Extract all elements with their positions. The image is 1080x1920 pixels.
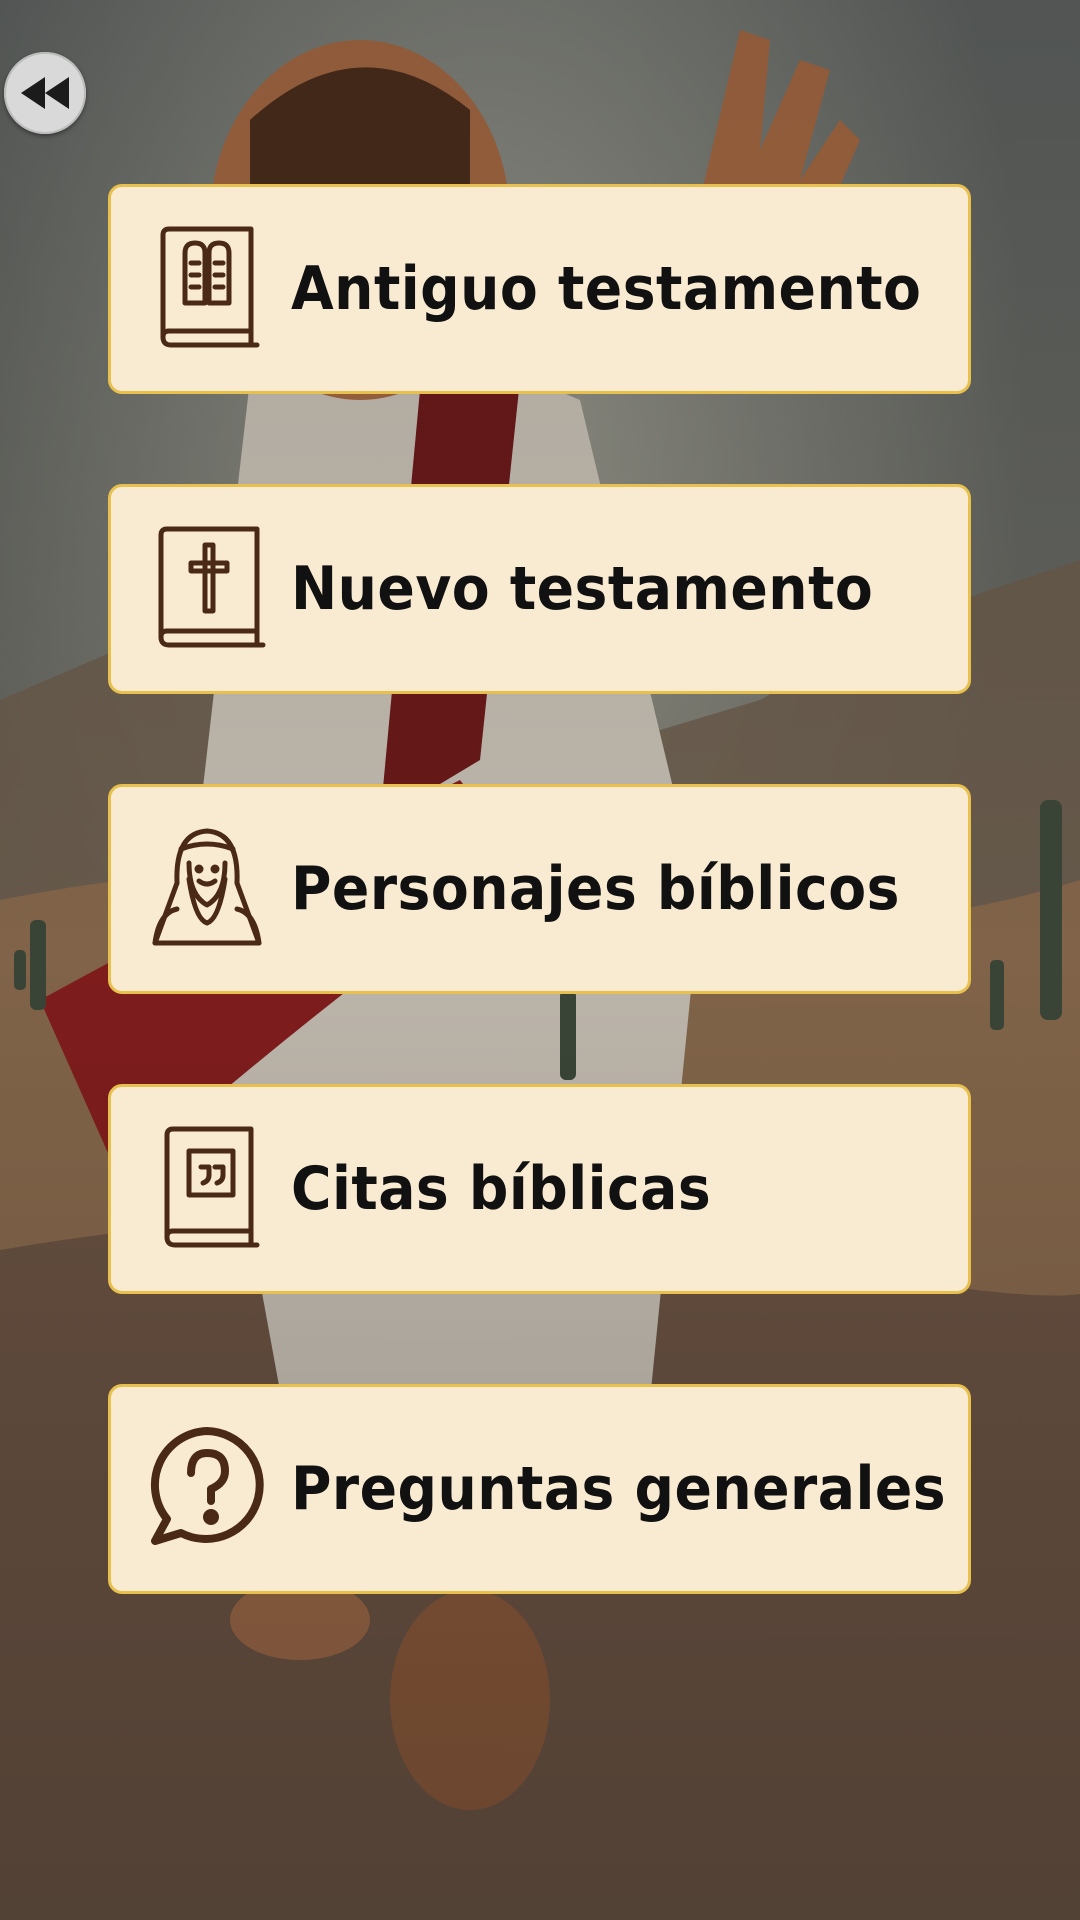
rewind-icon: [21, 77, 69, 109]
question-bubble-icon: [147, 1423, 267, 1553]
menu-item-nuevo-testamento[interactable]: Nuevo testamento: [108, 484, 971, 694]
quote-book-icon: [147, 1123, 267, 1253]
category-menu: Antiguo testamento Nuevo testamento Pers…: [108, 184, 971, 1684]
menu-item-label: Personajes bíblicos: [291, 854, 900, 924]
menu-item-personajes-biblicos[interactable]: Personajes bíblicos: [108, 784, 971, 994]
menu-item-antiguo-testamento[interactable]: Antiguo testamento: [108, 184, 971, 394]
menu-item-label: Preguntas generales: [291, 1454, 947, 1524]
tablets-book-icon: [147, 223, 267, 353]
back-button[interactable]: [4, 52, 86, 134]
menu-item-preguntas-generales[interactable]: Preguntas generales: [108, 1384, 971, 1594]
menu-item-label: Citas bíblicas: [291, 1154, 712, 1224]
menu-item-label: Nuevo testamento: [291, 554, 874, 624]
prophet-icon: [147, 823, 267, 953]
cross-book-icon: [147, 523, 267, 653]
menu-item-label: Antiguo testamento: [291, 254, 922, 324]
menu-item-citas-biblicas[interactable]: Citas bíblicas: [108, 1084, 971, 1294]
